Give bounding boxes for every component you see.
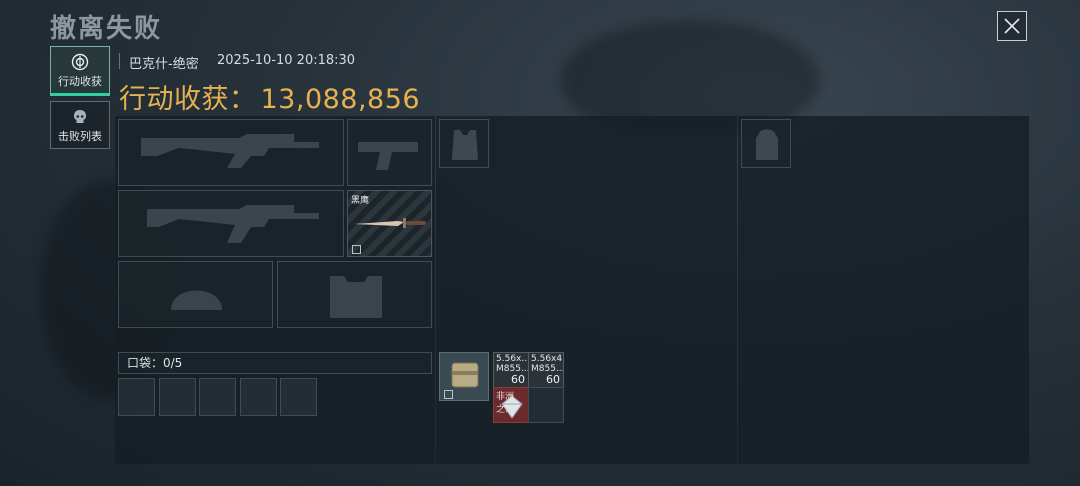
pocket-slot[interactable] bbox=[118, 378, 155, 416]
bound-icon bbox=[352, 245, 361, 254]
target-icon bbox=[71, 53, 89, 71]
pocket-slot[interactable] bbox=[159, 378, 196, 416]
ammo-count: 60 bbox=[546, 373, 560, 386]
backpack-silhouette-icon bbox=[756, 129, 778, 160]
rifle-silhouette-icon bbox=[147, 205, 319, 243]
pistol-slot[interactable] bbox=[347, 119, 432, 186]
bound-icon bbox=[444, 390, 453, 399]
empty-container-slot[interactable] bbox=[528, 387, 564, 423]
armor-slot[interactable] bbox=[277, 261, 432, 328]
pocket-slot[interactable] bbox=[240, 378, 277, 416]
pocket-header: 口袋：0/5 bbox=[118, 352, 432, 374]
page-title: 撤离失败 bbox=[50, 14, 163, 44]
earnings-value: 13,088,856 bbox=[260, 84, 421, 115]
case-item[interactable] bbox=[439, 352, 489, 401]
map-name: 巴克什-绝密 bbox=[129, 57, 199, 72]
valuable-name: 非洲之... bbox=[496, 392, 515, 415]
pocket-slot[interactable] bbox=[280, 378, 317, 416]
chest-rig-slot[interactable] bbox=[439, 119, 489, 168]
match-datetime: 2025-10-10 20:18:30 bbox=[217, 53, 356, 68]
helmet-slot[interactable] bbox=[118, 261, 273, 328]
ammo-name-line1: 5.56x4... bbox=[531, 354, 563, 364]
rifle-silhouette-icon bbox=[141, 134, 319, 168]
pocket-slot[interactable] bbox=[199, 378, 236, 416]
ammo-item[interactable]: 5.56x... M855... 60 bbox=[493, 352, 529, 388]
divider bbox=[119, 53, 120, 69]
armor-silhouette-icon bbox=[330, 276, 382, 318]
earnings-label: 行动收获： bbox=[119, 84, 257, 115]
tab-label: 行动收获 bbox=[58, 75, 102, 88]
backpack-slot[interactable] bbox=[741, 119, 791, 168]
earnings-total: 行动收获： 13,088,856 bbox=[119, 77, 420, 116]
ammo-name-line1: 5.56x... bbox=[496, 354, 529, 364]
secondary-weapon-slot[interactable] bbox=[118, 190, 344, 257]
tab-kill-list[interactable]: 击败列表 bbox=[50, 101, 110, 149]
pistol-silhouette-icon bbox=[358, 142, 418, 170]
skull-icon bbox=[74, 110, 86, 123]
melee-slot[interactable]: 黑鹰 bbox=[347, 190, 432, 257]
valuable-item[interactable]: 非洲之... bbox=[493, 387, 529, 423]
tab-operation-loot[interactable]: 行动收获 bbox=[50, 46, 110, 96]
chest-rig-silhouette-icon bbox=[452, 130, 478, 160]
close-icon bbox=[1004, 18, 1020, 34]
ammo-count: 60 bbox=[511, 373, 525, 386]
ammo-item[interactable]: 5.56x4... M855... 60 bbox=[528, 352, 564, 388]
helmet-silhouette-icon bbox=[171, 290, 222, 310]
primary-weapon-slot[interactable] bbox=[118, 119, 344, 186]
tab-label: 击败列表 bbox=[58, 130, 102, 143]
close-button[interactable] bbox=[997, 11, 1027, 41]
